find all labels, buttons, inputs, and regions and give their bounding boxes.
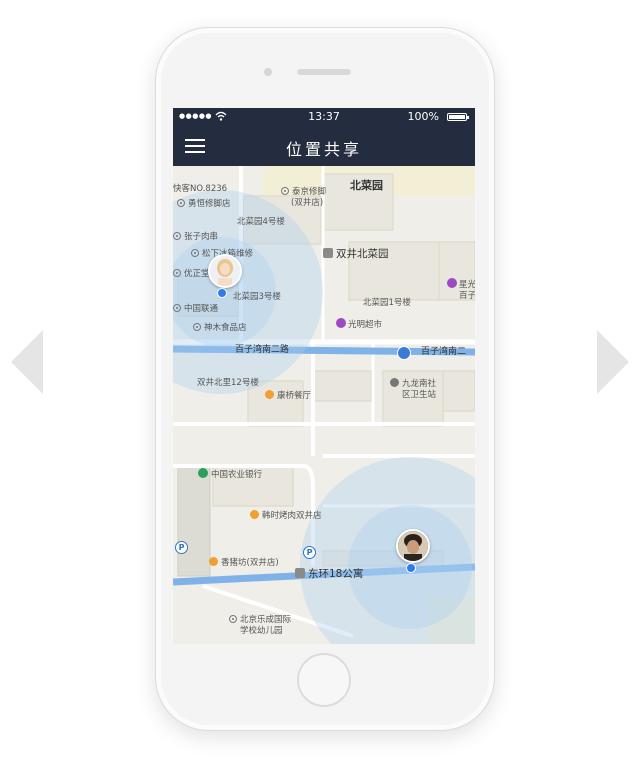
poi-youzheng-label: 优正堂 <box>184 269 210 279</box>
bld-bcy3: 北菜园3号楼 <box>233 292 281 302</box>
poi-abc-label: 中国农业银行 <box>211 470 263 480</box>
poi-icon <box>173 304 181 312</box>
poi-icon <box>173 269 181 277</box>
parking-icon[interactable]: P <box>303 546 316 559</box>
prev-arrow[interactable] <box>11 330 43 394</box>
poi-express[interactable]: 快客NO.8236 <box>173 182 227 194</box>
poi-star-2: 百子 <box>459 291 475 301</box>
poi-bike-label: 勇恒修脚店 <box>188 199 231 209</box>
earpiece-speaker <box>297 69 351 75</box>
poi-zhangzi[interactable]: 张子肉串 <box>173 230 218 242</box>
poi-abc-bank[interactable]: 中国农业银行 <box>198 468 262 480</box>
poi-unicom-label: 中国联通 <box>184 304 219 314</box>
battery-percent: 100% <box>407 110 439 123</box>
avatar-male[interactable] <box>396 529 430 563</box>
poi-hanshi-label: 韩时烤肉双井店 <box>262 511 322 521</box>
restaurant-icon <box>250 510 259 519</box>
parking-icon[interactable]: P <box>175 541 188 554</box>
area-beicaiyuan: 北菜园 <box>350 179 383 192</box>
poi-icon <box>177 199 185 207</box>
status-bar: ●●●●● 13:37 100% <box>173 108 475 126</box>
map-view[interactable]: 快客NO.8236 勇恒修脚店 泰京修脚 (双井店) 北菜园 北菜园4号楼 张子… <box>173 166 475 644</box>
poi-shuangjing[interactable]: 双井北菜园 <box>323 246 389 261</box>
restaurant-icon <box>265 390 274 399</box>
male-avatar-icon <box>398 531 428 561</box>
next-arrow[interactable] <box>597 330 629 394</box>
poi-hanshi[interactable]: 韩时烤肉双井店 <box>250 509 322 521</box>
poi-icon <box>281 187 289 195</box>
poi-school-2: 学校幼儿园 <box>240 626 283 636</box>
poi-zhangzi-label: 张子肉串 <box>184 232 219 242</box>
poi-unicom[interactable]: 中国联通 <box>173 302 218 314</box>
bld-bcy4: 北菜园4号楼 <box>237 217 285 227</box>
bank-icon <box>198 468 208 478</box>
poi-taijing-2: (双井店) <box>291 198 324 208</box>
poi-shenmu-label: 神木食品店 <box>204 323 247 333</box>
battery-icon <box>447 113 469 121</box>
road-baiziwan: 百子湾南二路 <box>235 345 290 355</box>
nav-bar: 位置共享 <box>173 126 475 166</box>
front-camera <box>264 68 272 76</box>
home-button[interactable] <box>297 653 351 707</box>
poi-dh18-label: 东环18公寓 <box>308 568 364 580</box>
page-title: 位置共享 <box>285 140 362 159</box>
road-baiziwan-2: 百子湾南二 <box>421 347 467 357</box>
avatar-female[interactable] <box>208 254 242 288</box>
restaurant-icon <box>209 557 218 566</box>
poi-kangqiao-label: 康桥餐厅 <box>277 391 312 401</box>
bld-bl12: 双井北里12号楼 <box>197 378 259 388</box>
poi-shuangjing-label: 双井北菜园 <box>336 248 389 260</box>
poi-guangming[interactable]: 光明超市 <box>336 318 382 330</box>
poi-xiangzhu[interactable]: 香猪坊(双井店) <box>209 556 279 568</box>
poi-icon <box>191 249 199 257</box>
poi-icon <box>229 615 237 623</box>
phone-screen: ●●●●● 13:37 100% 位置共享 快客NO.8236 勇恒修脚店 泰京… <box>173 108 475 644</box>
poi-xiangzhu-label: 香猪坊(双井店) <box>221 558 279 568</box>
location-dot-male <box>406 563 416 573</box>
poi-youzheng[interactable]: 优正堂 <box>173 267 210 279</box>
poi-dh18[interactable]: 东环18公寓 <box>295 566 363 581</box>
shop-icon <box>336 318 346 328</box>
poi-icon <box>193 323 201 331</box>
hospital-icon <box>390 378 399 387</box>
bus-stop-icon[interactable] <box>397 346 411 360</box>
poi-icon <box>173 232 181 240</box>
star-icon <box>447 278 457 288</box>
female-avatar-icon <box>210 256 240 286</box>
poi-bike[interactable]: 勇恒修脚店 <box>177 197 231 209</box>
location-dot-female <box>217 288 227 298</box>
building-icon <box>295 568 305 578</box>
building-icon <box>323 248 333 258</box>
poi-guangming-label: 光明超市 <box>348 320 383 330</box>
poi-jiulong-2: 区卫生站 <box>402 390 437 400</box>
poi-kangqiao[interactable]: 康桥餐厅 <box>265 389 311 401</box>
bld-bcy1: 北菜园1号楼 <box>363 298 411 308</box>
poi-shenmu[interactable]: 神木食品店 <box>193 321 247 333</box>
